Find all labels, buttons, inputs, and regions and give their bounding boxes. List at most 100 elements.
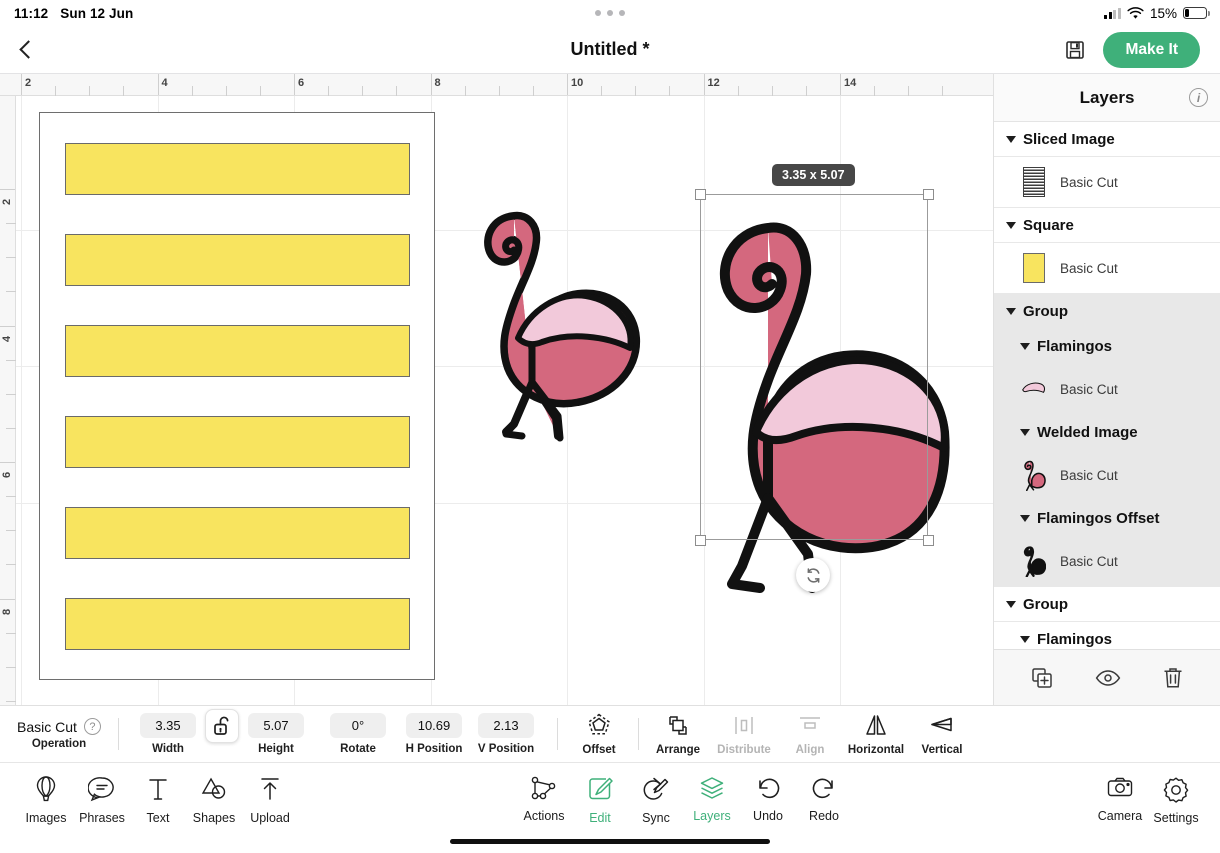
tab-edit[interactable]: Edit — [572, 775, 628, 825]
layer-row[interactable]: Basic Cut — [994, 364, 1220, 415]
tab-images[interactable]: Images — [18, 775, 74, 825]
mat-sliced-image[interactable] — [39, 112, 435, 680]
trash-icon[interactable] — [1162, 666, 1184, 690]
design-canvas[interactable]: 3.35 x 5.07 — [16, 96, 993, 705]
disclosure-triangle-icon[interactable] — [1020, 343, 1030, 350]
tab-upload[interactable]: Upload — [242, 775, 298, 825]
resize-handle-bottom-left[interactable] — [695, 535, 706, 546]
layer-row[interactable]: Basic Cut — [994, 450, 1220, 501]
distribute-tool[interactable]: Distribute — [711, 713, 777, 756]
sliced-image-thumbnail[interactable] — [1021, 166, 1046, 198]
info-icon[interactable]: i — [1189, 88, 1208, 107]
ruler-label: 6 — [1, 471, 13, 478]
tab-actions-label: Actions — [523, 809, 565, 823]
layer-operation-label: Basic Cut — [1060, 174, 1118, 190]
tab-actions[interactable]: Actions — [516, 775, 572, 825]
actions-nodes-icon — [530, 775, 558, 801]
back-chevron-icon — [18, 40, 38, 59]
layer-group-group[interactable]: Group — [994, 587, 1220, 622]
yellow-rectangle[interactable] — [65, 598, 410, 650]
align-tool[interactable]: Align — [777, 713, 843, 756]
tab-redo[interactable]: Redo — [796, 775, 852, 825]
resize-handle-bottom-right[interactable] — [923, 535, 934, 546]
yellow-rectangle[interactable] — [65, 325, 410, 377]
ruler-minor-tick — [55, 86, 57, 96]
text-t-icon — [145, 775, 171, 803]
multitask-handle-icon[interactable] — [595, 10, 625, 16]
ruler-label: 6 — [298, 77, 305, 89]
layers-list[interactable]: Sliced Image Basic Cut Square Basic Cut Grou… — [994, 122, 1220, 649]
tab-camera[interactable]: Camera — [1092, 775, 1148, 825]
layer-row[interactable]: Basic Cut — [994, 157, 1220, 208]
make-it-button[interactable]: Make It — [1103, 31, 1200, 68]
flip-vertical-tool[interactable]: Vertical — [909, 713, 975, 756]
layer-row[interactable]: Basic Cut — [994, 243, 1220, 294]
width-field[interactable]: 3.35 Width — [137, 713, 199, 755]
operation-control[interactable]: Basic Cut ? Operation — [0, 718, 118, 750]
yellow-rectangle[interactable] — [65, 143, 410, 195]
v-position-field[interactable]: 2.13 V Position — [475, 713, 537, 755]
flamingo-color-thumbnail[interactable] — [1021, 459, 1046, 491]
wing-shape-thumbnail[interactable] — [1021, 373, 1046, 405]
back-button[interactable] — [0, 26, 56, 74]
duplicate-icon[interactable] — [1030, 666, 1054, 690]
layer-group-flamingos-offset[interactable]: Flamingos Offset — [994, 501, 1220, 536]
disclosure-triangle-icon[interactable] — [1006, 308, 1016, 315]
tab-images-label: Images — [25, 811, 67, 825]
disclosure-triangle-icon[interactable] — [1020, 515, 1030, 522]
resize-handle-top-left[interactable] — [695, 189, 706, 200]
save-disk-icon[interactable] — [1065, 40, 1085, 60]
layer-group-label: Flamingos — [1037, 631, 1113, 648]
arrange-tool[interactable]: Arrange — [645, 713, 711, 756]
yellow-rectangle[interactable] — [65, 234, 410, 286]
shapes-icon — [200, 775, 228, 803]
ruler-minor-tick — [669, 86, 671, 96]
flamingo-small[interactable] — [466, 186, 651, 466]
ruler-minor-tick — [6, 223, 16, 225]
flip-horizontal-tool[interactable]: Horizontal — [843, 713, 909, 756]
yellow-rectangle[interactable] — [65, 416, 410, 468]
yellow-rectangle[interactable] — [65, 507, 410, 559]
tab-sync[interactable]: Sync — [628, 775, 684, 825]
layer-group-label: Welded Image — [1037, 424, 1138, 441]
tab-undo[interactable]: Undo — [740, 775, 796, 825]
divider — [557, 718, 558, 750]
layer-group-flamingos[interactable]: Flamingos — [994, 622, 1220, 649]
question-mark-icon[interactable]: ? — [83, 718, 101, 735]
h-position-field[interactable]: 10.69 H Position — [403, 713, 465, 755]
rotate-field[interactable]: 0° Rotate — [327, 713, 389, 755]
flamingo-black-thumbnail[interactable] — [1021, 545, 1046, 577]
home-indicator[interactable] — [450, 839, 770, 844]
horizontal-ruler[interactable]: 2 4 6 8 10 12 14 — [0, 74, 993, 96]
layer-group-flamingos[interactable]: Flamingos — [994, 329, 1220, 364]
disclosure-triangle-icon[interactable] — [1006, 136, 1016, 143]
tab-text[interactable]: Text — [130, 775, 186, 825]
vertical-ruler[interactable]: 2 4 6 8 — [0, 96, 16, 705]
tab-phrases[interactable]: Phrases — [74, 775, 130, 825]
ruler-major-tick — [157, 74, 159, 95]
tab-settings[interactable]: Settings — [1148, 775, 1204, 825]
layer-group-welded-image[interactable]: Welded Image — [994, 415, 1220, 450]
ruler-label: 10 — [571, 77, 584, 89]
ruler-major-tick — [0, 325, 15, 327]
resize-handle-top-right[interactable] — [923, 189, 934, 200]
rotate-handle-button[interactable] — [796, 558, 830, 592]
tab-shapes[interactable]: Shapes — [186, 775, 242, 825]
tab-layers[interactable]: Layers — [684, 775, 740, 825]
layer-group-sliced-image[interactable]: Sliced Image — [994, 122, 1220, 157]
offset-tool[interactable]: Offset — [566, 713, 632, 756]
layer-group-square[interactable]: Square — [994, 208, 1220, 243]
vertical-caption: Vertical — [921, 743, 963, 756]
layer-row[interactable]: Basic Cut — [994, 536, 1220, 587]
height-field[interactable]: 5.07 Height — [245, 713, 307, 755]
ruler-minor-tick — [464, 86, 466, 96]
disclosure-triangle-icon[interactable] — [1006, 601, 1016, 608]
disclosure-triangle-icon[interactable] — [1006, 222, 1016, 229]
layer-group-group[interactable]: Group — [994, 294, 1220, 329]
selection-bounding-box[interactable] — [700, 194, 928, 540]
aspect-lock-button[interactable] — [205, 709, 239, 743]
disclosure-triangle-icon[interactable] — [1020, 636, 1030, 643]
yellow-square-thumbnail[interactable] — [1021, 252, 1046, 284]
eye-icon[interactable] — [1095, 668, 1121, 688]
disclosure-triangle-icon[interactable] — [1020, 429, 1030, 436]
